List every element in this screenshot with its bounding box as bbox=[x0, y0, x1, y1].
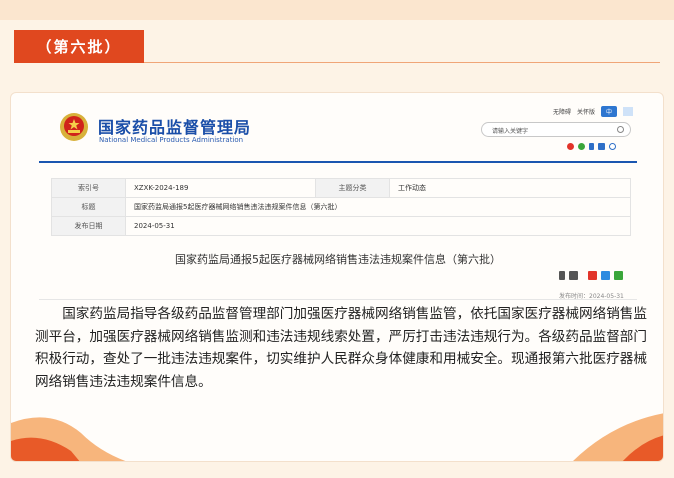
download-icon[interactable] bbox=[559, 271, 565, 280]
social-icons bbox=[567, 143, 616, 150]
language-toggle[interactable] bbox=[623, 107, 634, 116]
qzone-share-icon[interactable] bbox=[601, 271, 610, 280]
org-name-cn[interactable]: 国家药品监督管理局 bbox=[98, 114, 251, 138]
meta-table: 索引号 XZXK-2024-189 主题分类 工作动态 标题 国家药监局通报5起… bbox=[51, 178, 631, 236]
org-name-en: National Medical Products Administration bbox=[99, 136, 244, 144]
date-label: 发布日期 bbox=[51, 216, 126, 236]
user-icon[interactable] bbox=[609, 143, 616, 150]
index-value: XZXK-2024-189 bbox=[125, 178, 316, 198]
article-body: 国家药监局指导各级药品监督管理部门加强医疗器械网络销售监管，依托国家医疗器械网络… bbox=[35, 306, 647, 390]
category-label: 主题分类 bbox=[315, 178, 390, 198]
top-strip bbox=[0, 0, 674, 20]
section-badge: （第六批） bbox=[14, 30, 144, 63]
language-button[interactable]: 中 bbox=[601, 106, 618, 117]
search-placeholder: 请输入关键字 bbox=[492, 128, 529, 135]
badge-divider bbox=[144, 62, 660, 63]
screenshot-card: 国家药品监督管理局 National Medical Products Admi… bbox=[10, 92, 664, 462]
article-divider bbox=[39, 299, 637, 300]
weibo-icon[interactable] bbox=[567, 143, 574, 150]
mail-icon[interactable] bbox=[598, 143, 605, 150]
top-links: 无障碍 关怀版 中 bbox=[553, 106, 634, 117]
search-icon[interactable] bbox=[617, 126, 624, 133]
title-value: 国家药监局通报5起医疗器械网络销售违法违规案件信息（第六批） bbox=[125, 197, 631, 217]
wechat-share-icon[interactable] bbox=[614, 271, 623, 280]
category-value: 工作动态 bbox=[389, 178, 631, 198]
weibo-share-icon[interactable] bbox=[588, 271, 597, 280]
index-label: 索引号 bbox=[51, 178, 126, 198]
accessibility-link[interactable]: 无障碍 bbox=[553, 107, 571, 116]
date-value: 2024-05-31 bbox=[125, 216, 631, 236]
table-row: 索引号 XZXK-2024-189 主题分类 工作动态 bbox=[51, 178, 631, 198]
title-label: 标题 bbox=[51, 197, 126, 217]
care-mode-link[interactable]: 关怀版 bbox=[577, 107, 595, 116]
table-row: 发布日期 2024-05-31 bbox=[51, 216, 631, 236]
site-header: 国家药品监督管理局 National Medical Products Admi… bbox=[11, 93, 663, 161]
table-row: 标题 国家药监局通报5起医疗器械网络销售违法违规案件信息（第六批） bbox=[51, 197, 631, 217]
print-icon[interactable] bbox=[569, 271, 578, 280]
wechat-icon[interactable] bbox=[578, 143, 585, 150]
article-title: 国家药监局通报5起医疗器械网络销售违法违规案件信息（第六批） bbox=[175, 253, 501, 266]
header-divider bbox=[39, 161, 637, 163]
search-input[interactable]: 请输入关键字 bbox=[481, 122, 631, 137]
article-tools bbox=[559, 271, 623, 280]
mobile-icon[interactable] bbox=[589, 143, 594, 150]
national-emblem-icon bbox=[60, 113, 88, 141]
decorative-waves bbox=[11, 413, 663, 461]
